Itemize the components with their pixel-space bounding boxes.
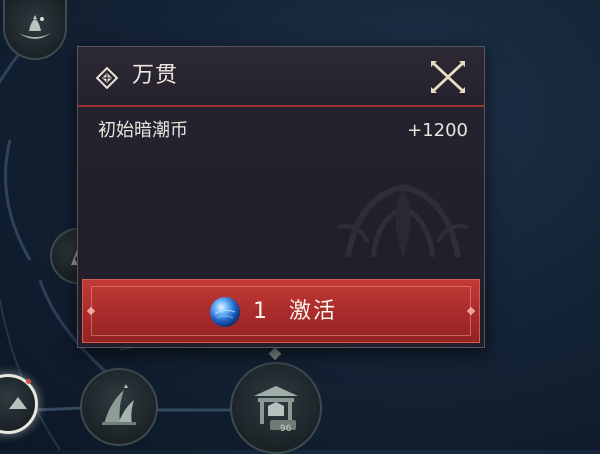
blue-orb-icon bbox=[210, 297, 240, 327]
blade-tree-icon bbox=[102, 384, 136, 425]
reward-popup: 万贯 初始暗潮币 +1200 1 激活 bbox=[77, 46, 485, 348]
selected-node-marker bbox=[26, 379, 31, 384]
activate-cost: 1 bbox=[253, 299, 267, 324]
popup-title: 万贯 bbox=[132, 63, 179, 88]
ornament-watermark-icon bbox=[337, 183, 469, 258]
reward-name: 初始暗潮币 bbox=[98, 120, 188, 141]
reward-row: 初始暗潮币 +1200 bbox=[96, 117, 468, 145]
diamond-ornament-icon bbox=[96, 67, 118, 89]
skill-node-shop-stall[interactable]: 96 bbox=[230, 362, 322, 454]
skill-node-blade-tree[interactable] bbox=[80, 368, 158, 446]
shop-stall-badge: 96 bbox=[280, 424, 292, 434]
close-button[interactable] bbox=[428, 58, 468, 96]
lotus-boat-icon bbox=[19, 15, 51, 39]
selected-node-icon bbox=[9, 397, 27, 409]
activate-button-frame bbox=[91, 286, 471, 336]
activate-label: 激活 bbox=[289, 299, 338, 324]
popup-header: 万贯 bbox=[78, 47, 484, 107]
shop-stall-icon bbox=[254, 386, 298, 430]
activate-button[interactable]: 1 激活 bbox=[82, 279, 480, 343]
crossed-blades-close-icon bbox=[431, 61, 465, 93]
reward-amount: +1200 bbox=[407, 120, 468, 141]
